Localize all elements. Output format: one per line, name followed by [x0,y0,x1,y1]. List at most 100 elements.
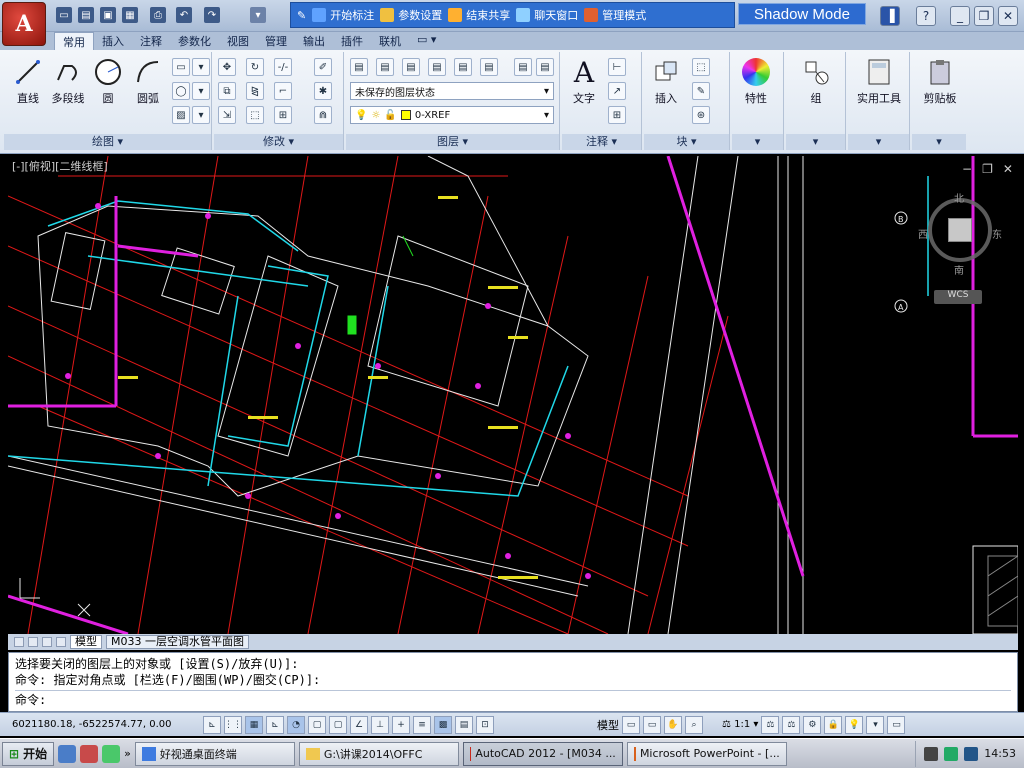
edit-block-icon[interactable]: ✎ [692,82,710,100]
start-button[interactable]: ⊞ 开始 [2,741,55,766]
tab-insert[interactable]: 插入 [94,32,132,50]
lineweight-icon[interactable]: ≡ [413,715,431,734]
quicklaunch-icon[interactable] [102,744,121,763]
layer-isolate-icon[interactable]: ▤ [428,58,446,76]
task-button[interactable]: G:\讲课2014\OFFC [298,741,459,766]
transparency-icon[interactable]: ▩ [434,715,452,734]
group-expand[interactable]: ▾ [786,134,845,150]
selection-cycling-icon[interactable]: ⊡ [476,715,494,734]
osnap-icon[interactable]: ▢ [308,715,326,734]
zoom-icon[interactable]: ⌕ [685,715,703,734]
undo-icon[interactable]: ↶ [176,7,192,23]
grid-icon[interactable]: ▦ [245,715,263,734]
quick-properties-icon[interactable]: ▤ [455,715,473,734]
dyn-icon[interactable]: + [392,715,410,734]
first-tab-icon[interactable] [14,637,24,647]
model-space-label[interactable]: 模型 [597,717,619,733]
dropdown-icon[interactable]: ▾ [192,58,210,76]
clean-screen-icon[interactable]: ▭ [887,715,906,734]
group-button[interactable]: 组 [796,54,836,106]
tab-view[interactable]: 视图 [219,32,257,50]
restore-icon[interactable]: ❐ [974,6,994,26]
compass-north[interactable]: 北 [954,190,964,205]
compass-east[interactable]: 东 [992,226,1002,241]
utilities-button[interactable]: 实用工具 [850,54,908,106]
scale-icon[interactable]: ⬚ [246,106,264,124]
properties-button[interactable]: 特性 [736,54,776,106]
text-button[interactable]: A 文字 [564,54,604,106]
next-tab-icon[interactable] [42,637,52,647]
layer-properties-icon[interactable]: ▤ [350,58,368,76]
minimize-icon[interactable]: − [962,162,972,176]
line-button[interactable]: 直线 [8,54,48,106]
ducs-icon[interactable]: ⊥ [371,715,389,734]
ellipse-icon[interactable]: ◯ [172,82,190,100]
task-button[interactable]: 好视通桌面终端 [134,741,295,766]
quicklaunch-icon[interactable] [58,744,77,763]
new-icon[interactable]: ▭ [56,7,72,23]
restore-icon[interactable]: ❐ [982,162,993,176]
tab-layout[interactable]: M033 一层空调水管平面图 [106,635,249,649]
command-input[interactable]: 命令: [15,690,1011,708]
viewport-controls-label[interactable]: [-][俯视][二维线框] [12,158,108,174]
save-icon[interactable]: ▣ [100,7,116,23]
otrack-icon[interactable]: ∠ [350,715,368,734]
erase-icon[interactable]: ✐ [314,58,332,76]
last-tab-icon[interactable] [56,637,66,647]
annotation-panel-label[interactable]: 注释 ▾ [562,134,641,150]
start-annotate-button[interactable]: 开始标注 [312,7,374,23]
tab-manage[interactable]: 管理 [257,32,295,50]
compass-south[interactable]: 南 [954,262,964,277]
move-icon[interactable]: ✥ [218,58,236,76]
tab-online[interactable]: 联机 [371,32,409,50]
application-menu-button[interactable]: A [2,2,46,46]
more-icon[interactable]: » [124,747,131,760]
layer-unlock-icon[interactable]: ▤ [536,58,554,76]
circle-button[interactable]: 圆 [88,54,128,106]
arc-button[interactable]: 圆弧 [128,54,168,106]
wcs-menu[interactable]: WCS [934,290,982,304]
fillet-icon[interactable]: ⌐ [274,82,292,100]
draw-panel-label[interactable]: 绘图 ▾ [4,134,211,150]
offset-icon[interactable]: ⋒ [314,106,332,124]
help-icon[interactable]: ? [916,6,936,26]
attribute-icon[interactable]: ⊛ [692,106,710,124]
tab-plugins[interactable]: 插件 [333,32,371,50]
explode-icon[interactable]: ✱ [314,82,332,100]
tab-annotate[interactable]: 注释 [132,32,170,50]
open-icon[interactable]: ▤ [78,7,94,23]
leader-icon[interactable]: ↗ [608,82,626,100]
rectangle-icon[interactable]: ▭ [172,58,190,76]
tab-output[interactable]: 输出 [295,32,333,50]
clipboard-button[interactable]: 剪贴板 [916,54,964,106]
dropdown-icon[interactable]: ▾ [192,106,210,124]
layer-dropdown[interactable]: 💡 ☼ 🔓 0-XREF ▾ [350,106,554,124]
layer-freeze-icon[interactable]: ▤ [480,58,498,76]
trim-icon[interactable]: -/- [274,58,292,76]
dropdown-icon[interactable]: ▾ [192,82,210,100]
utilities-expand[interactable]: ▾ [848,134,909,150]
mirror-icon[interactable]: ⧎ [246,82,264,100]
create-block-icon[interactable]: ⬚ [692,58,710,76]
tab-parametric[interactable]: 参数化 [170,32,219,50]
dimension-icon[interactable]: ⊢ [608,58,626,76]
rotate-icon[interactable]: ↻ [246,58,264,76]
snap-icon[interactable]: ⋮⋮ [224,715,242,734]
modify-panel-label[interactable]: 修改 ▾ [214,134,343,150]
layer-lock-icon[interactable]: ▤ [514,58,532,76]
polyline-button[interactable]: 多段线 [48,54,88,106]
table-icon[interactable]: ⊞ [608,106,626,124]
ortho-icon[interactable]: ⊾ [266,715,284,734]
workspace-icon[interactable]: ⚙ [803,715,822,734]
pan-icon[interactable]: ✋ [664,715,682,734]
annotation-scale[interactable]: ⚖ 1:1 ▾ [722,719,758,730]
hatch-icon[interactable]: ▨ [172,106,190,124]
array-icon[interactable]: ⊞ [274,106,292,124]
minimize-icon[interactable]: _ [950,6,970,26]
pin-icon[interactable]: ✎ [297,9,306,22]
insert-button[interactable]: 插入 [646,54,686,106]
redo-icon[interactable]: ↷ [204,7,220,23]
status-menu-icon[interactable]: ▾ [866,715,885,734]
command-line[interactable]: 选择要关闭的图层上的对象或 [设置(S)/放弃(U)]: 命令: 指定对角点或 … [8,652,1018,712]
auto-scale-icon[interactable]: ⚖ [782,715,801,734]
